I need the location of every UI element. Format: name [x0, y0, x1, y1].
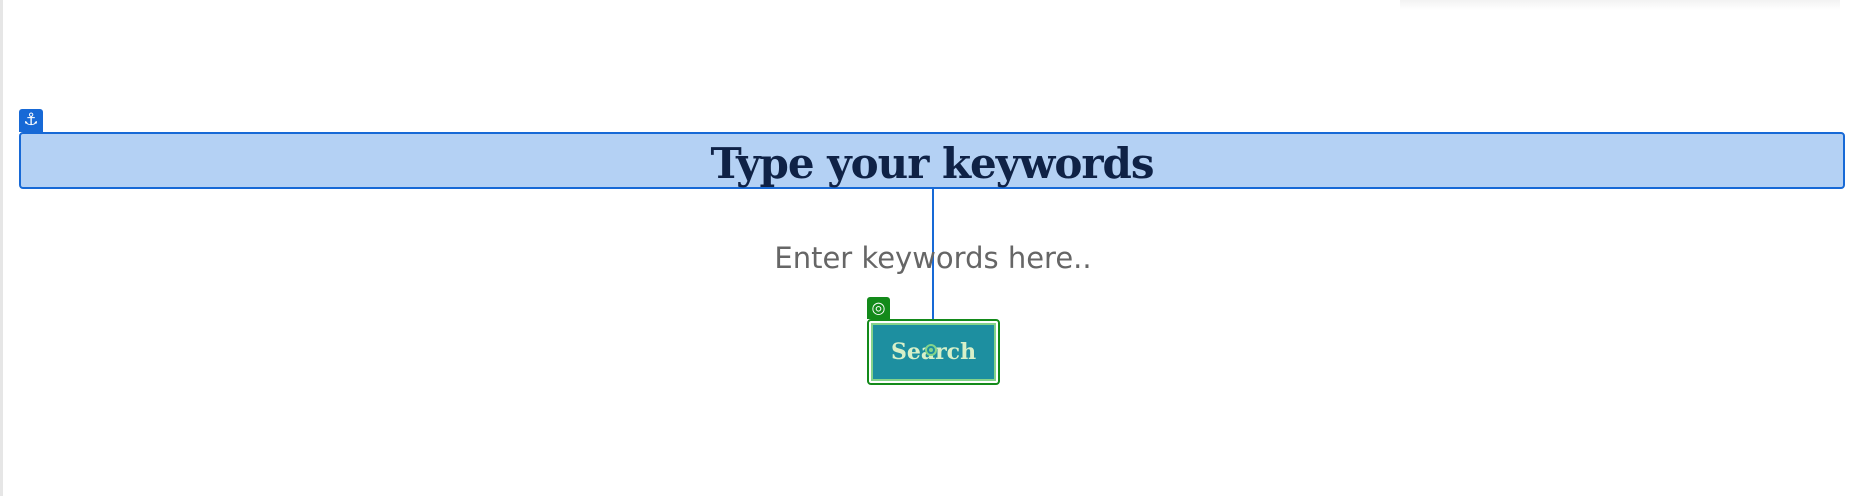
anchor-icon[interactable]: ⚓	[19, 109, 43, 132]
top-shadow	[1400, 0, 1840, 10]
page-title: Type your keywords	[710, 139, 1155, 188]
canvas-left-border	[0, 0, 3, 496]
target-icon[interactable]: ◎	[867, 297, 890, 319]
drag-handle-icon[interactable]	[925, 344, 937, 356]
selected-heading-block[interactable]: Type your keywords	[19, 132, 1845, 189]
keyword-search-input[interactable]	[633, 236, 1233, 280]
page-canvas: ⚓ Type your keywords ◎ Search	[0, 0, 1866, 496]
